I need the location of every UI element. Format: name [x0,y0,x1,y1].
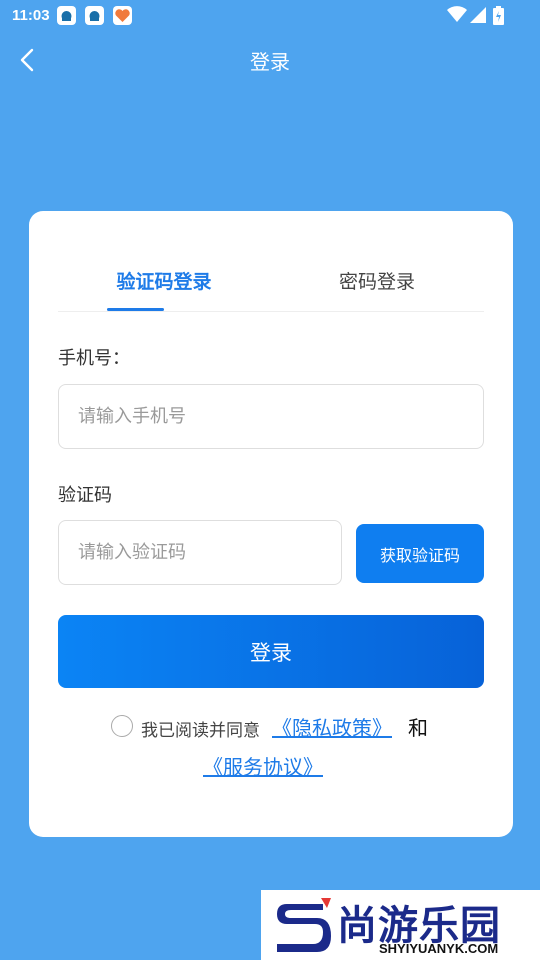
status-bar: 11:03 [0,0,540,32]
app-bar: 登录 [0,32,540,88]
active-tab-indicator [107,308,164,311]
signal-icon [469,6,487,28]
notification-app-icon [57,6,76,25]
watermark: 尚游乐园 SHYIYUANYK.COM [261,890,540,960]
agreement-conjunction: 和 [408,716,428,740]
watermark-url: SHYIYUANYK.COM [379,941,499,956]
login-button[interactable]: 登录 [58,615,484,688]
agreement-checkbox[interactable] [111,715,133,737]
status-time: 11:03 [12,7,50,24]
login-tabs: 验证码登录 密码登录 [58,267,484,312]
watermark-logo-icon [277,898,331,952]
verification-code-input[interactable] [58,520,342,585]
privacy-policy-link[interactable]: 《隐私政策》 [272,712,392,741]
notification-app-icon [85,6,104,25]
tab-password-login[interactable]: 密码登录 [270,267,484,311]
code-label: 验证码 [58,485,112,506]
phone-label: 手机号： [58,348,130,369]
wifi-icon [447,6,467,28]
phone-input[interactable] [58,384,484,449]
service-agreement-link[interactable]: 《服务协议》 [203,751,323,780]
agreement-text: 我已阅读并同意 [141,721,260,741]
page-title: 登录 [250,50,290,74]
battery-icon [493,6,504,29]
login-card: 验证码登录 密码登录 手机号： 验证码 获取验证码 登录 我已阅读并同意 《隐私… [29,211,513,837]
tab-sms-code-login[interactable]: 验证码登录 [58,267,270,311]
notification-heart-app-icon [113,6,132,25]
get-code-button[interactable]: 获取验证码 [356,524,484,583]
